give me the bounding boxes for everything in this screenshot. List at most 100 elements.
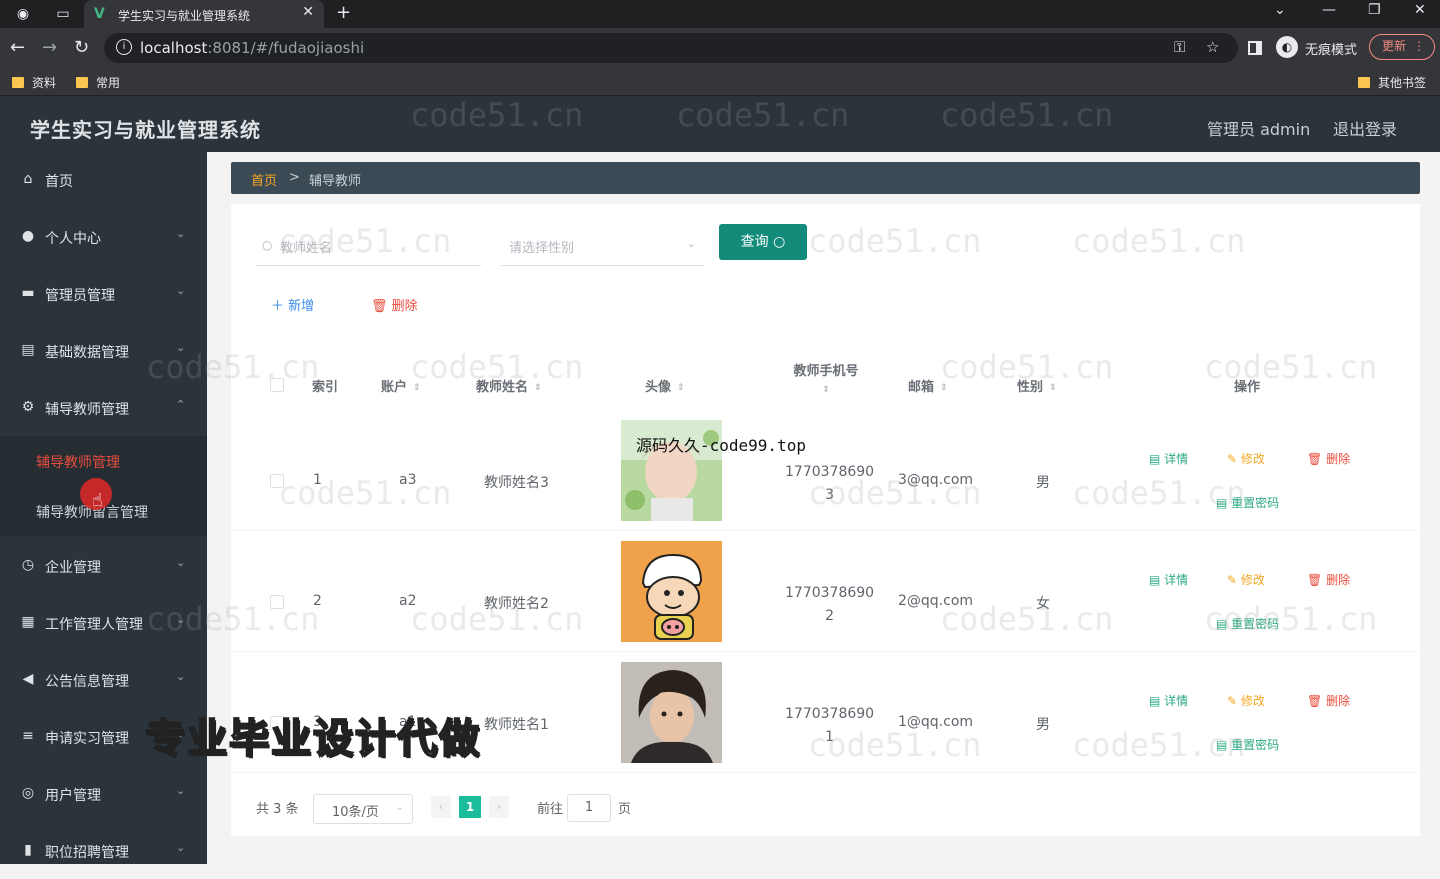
- delete-button[interactable]: 🗑 删除: [1307, 450, 1350, 467]
- key-icon[interactable]: ⚿: [1174, 38, 1185, 56]
- current-user: 管理员 admin: [1207, 120, 1311, 139]
- reset-password-button[interactable]: ▤ 重置密码: [1216, 615, 1279, 632]
- search-icon: ○: [773, 234, 786, 250]
- header-label: 教师手机号: [793, 364, 859, 379]
- column-header-account[interactable]: 账户 ⇕: [381, 376, 421, 395]
- add-button[interactable]: ＋ 新增: [271, 295, 314, 314]
- column-header-avatar[interactable]: 头像 ⇕: [645, 376, 685, 395]
- side-panel-icon[interactable]: [1248, 41, 1262, 55]
- edit-button[interactable]: ✎ 修改: [1227, 450, 1265, 467]
- cell-gender: 女: [1036, 596, 1050, 612]
- next-page-button[interactable]: ›: [489, 796, 509, 818]
- trash-icon: 🗑: [1307, 452, 1323, 466]
- forward-icon[interactable]: →: [42, 37, 57, 58]
- column-header-phone[interactable]: 教师手机号 ⇕: [791, 360, 861, 397]
- delete-button[interactable]: 🗑 删除: [1307, 692, 1350, 709]
- cell-email: 1@qq.com: [898, 714, 974, 730]
- back-icon[interactable]: ←: [10, 37, 25, 58]
- bookmarks-bar: 资料 常用 其他书签: [0, 68, 1440, 96]
- sidebar-item-label: 管理员管理: [45, 288, 115, 304]
- reset-password-button[interactable]: ▤ 重置密码: [1216, 736, 1279, 753]
- delete-button[interactable]: 🗑 删除: [1307, 571, 1350, 588]
- tab-title: 学生实习与就业管理系统: [118, 9, 251, 23]
- browser-menu-icon[interactable]: ◉: [12, 4, 34, 24]
- reload-icon[interactable]: ↻: [74, 37, 89, 58]
- sidebar-item-companies[interactable]: ◷ 企业管理 ⌄: [0, 538, 207, 594]
- tab-search-icon[interactable]: ▭: [52, 4, 74, 24]
- sidebar-item-home[interactable]: ⌂ 首页: [0, 152, 207, 208]
- sidebar-item-label: 首页: [45, 174, 73, 190]
- column-header-email[interactable]: 邮箱 ⇕: [908, 376, 948, 395]
- bookmark-folder-2[interactable]: 常用: [76, 74, 120, 91]
- detail-button[interactable]: ▤ 详情: [1149, 692, 1188, 709]
- url-field[interactable]: i localhost:8081/#/fudaojiaoshi ⚿ ☆: [104, 33, 1238, 63]
- close-window-icon[interactable]: ✕: [1414, 2, 1426, 18]
- sidebar-item-label: 职位招聘管理: [45, 845, 129, 861]
- column-header-name[interactable]: 教师姓名 ⇕: [476, 376, 542, 395]
- reset-password-button[interactable]: ▤ 重置密码: [1216, 494, 1279, 511]
- minimize-icon[interactable]: —: [1322, 2, 1336, 18]
- action-label: 重置密码: [1231, 738, 1280, 752]
- chevron-down-icon: ⌄: [176, 670, 186, 683]
- table-row: 2 a2 教师姓名2 1770378690 2 2@qq.com 女 ▤ 详情 …: [231, 531, 1420, 652]
- tab-list-chevron-icon[interactable]: ⌄: [1274, 2, 1286, 18]
- page-size-select[interactable]: 10条/页 ⌄: [313, 794, 413, 824]
- sidebar-item-work-managers[interactable]: ▦ 工作管理人管理 ⌄: [0, 595, 207, 651]
- edit-button[interactable]: ✎ 修改: [1227, 571, 1265, 588]
- chevron-down-icon: ⌄: [176, 784, 186, 797]
- breadcrumb-home[interactable]: 首页: [251, 170, 277, 189]
- new-tab-icon[interactable]: +: [336, 2, 351, 23]
- address-bar: ← → ↻ i localhost:8081/#/fudaojiaoshi ⚿ …: [0, 28, 1440, 68]
- restore-icon[interactable]: ❐: [1368, 2, 1381, 18]
- sidebar-item-base-data[interactable]: ▤ 基础数据管理 ⌄: [0, 323, 207, 379]
- prev-page-button[interactable]: ‹: [431, 796, 451, 818]
- document-icon: ▤: [1149, 573, 1161, 587]
- cell-email: 3@qq.com: [898, 472, 974, 488]
- bookmark-folder-1[interactable]: 资料: [12, 74, 56, 91]
- sidebar-item-profile[interactable]: ● 个人中心 ⌄: [0, 209, 207, 265]
- chevron-down-icon: ⌄: [176, 556, 186, 569]
- other-bookmarks[interactable]: 其他书签: [1358, 74, 1426, 91]
- bookmark-star-icon[interactable]: ☆: [1206, 38, 1219, 56]
- column-header-gender[interactable]: 性别 ⇕: [1017, 376, 1057, 395]
- row-checkbox[interactable]: [270, 474, 284, 488]
- batch-delete-button[interactable]: 🗑 删除: [371, 295, 418, 314]
- detail-button[interactable]: ▤ 详情: [1149, 571, 1188, 588]
- select-all-checkbox[interactable]: [270, 378, 284, 392]
- goto-label: 前往: [537, 802, 564, 817]
- cell-phone: 1770378690 1: [785, 703, 874, 749]
- sidebar-subitem-tutor-manage[interactable]: 辅导教师管理: [0, 436, 207, 486]
- action-label: 删除: [1326, 573, 1351, 587]
- add-label: 新增: [288, 299, 315, 314]
- sidebar-item-users[interactable]: ◎ 用户管理 ⌄: [0, 766, 207, 822]
- sidebar-item-admins[interactable]: ▬ 管理员管理 ⌄: [0, 266, 207, 322]
- folder-icon: [76, 77, 88, 88]
- edit-button[interactable]: ✎ 修改: [1227, 692, 1265, 709]
- query-button[interactable]: 查询 ○: [719, 224, 807, 260]
- chevron-down-icon: ⌄: [176, 227, 186, 240]
- query-label: 查询: [740, 234, 769, 250]
- gender-select[interactable]: 请选择性别 ⌄: [501, 226, 704, 266]
- update-button[interactable]: 更新 ⋮: [1369, 34, 1435, 60]
- sidebar-item-job-postings[interactable]: ▮ 职位招聘管理 ⌄: [0, 823, 207, 879]
- sidebar-item-notices[interactable]: ◀ 公告信息管理 ⌄: [0, 652, 207, 708]
- page-number-current[interactable]: 1: [459, 796, 481, 818]
- vue-logo-icon: V: [94, 6, 105, 22]
- edit-icon: ✎: [1227, 452, 1238, 466]
- tab-close-icon[interactable]: ✕: [302, 4, 314, 20]
- browser-tab-active[interactable]: V 学生实习与就业管理系统 ✕: [84, 0, 324, 28]
- chevron-down-icon: ⌄: [176, 841, 186, 854]
- sidebar-item-tutors[interactable]: ⚙ 辅导教师管理 ⌃: [0, 380, 207, 436]
- goto-page-input[interactable]: 1: [567, 794, 611, 822]
- sliders-icon: ≡: [22, 728, 34, 744]
- sidebar-item-label: 公告信息管理: [45, 674, 129, 690]
- trash-icon: 🗑: [1307, 573, 1323, 587]
- site-info-icon[interactable]: i: [116, 39, 132, 55]
- row-checkbox[interactable]: [270, 595, 284, 609]
- search-icon: ○: [262, 238, 273, 252]
- action-label: 重置密码: [1231, 496, 1280, 510]
- document-icon: ▤: [1149, 694, 1161, 708]
- detail-button[interactable]: ▤ 详情: [1149, 450, 1188, 467]
- logout-link[interactable]: 退出登录: [1333, 116, 1397, 140]
- teacher-name-search-input[interactable]: ○ 教师姓名: [256, 226, 481, 266]
